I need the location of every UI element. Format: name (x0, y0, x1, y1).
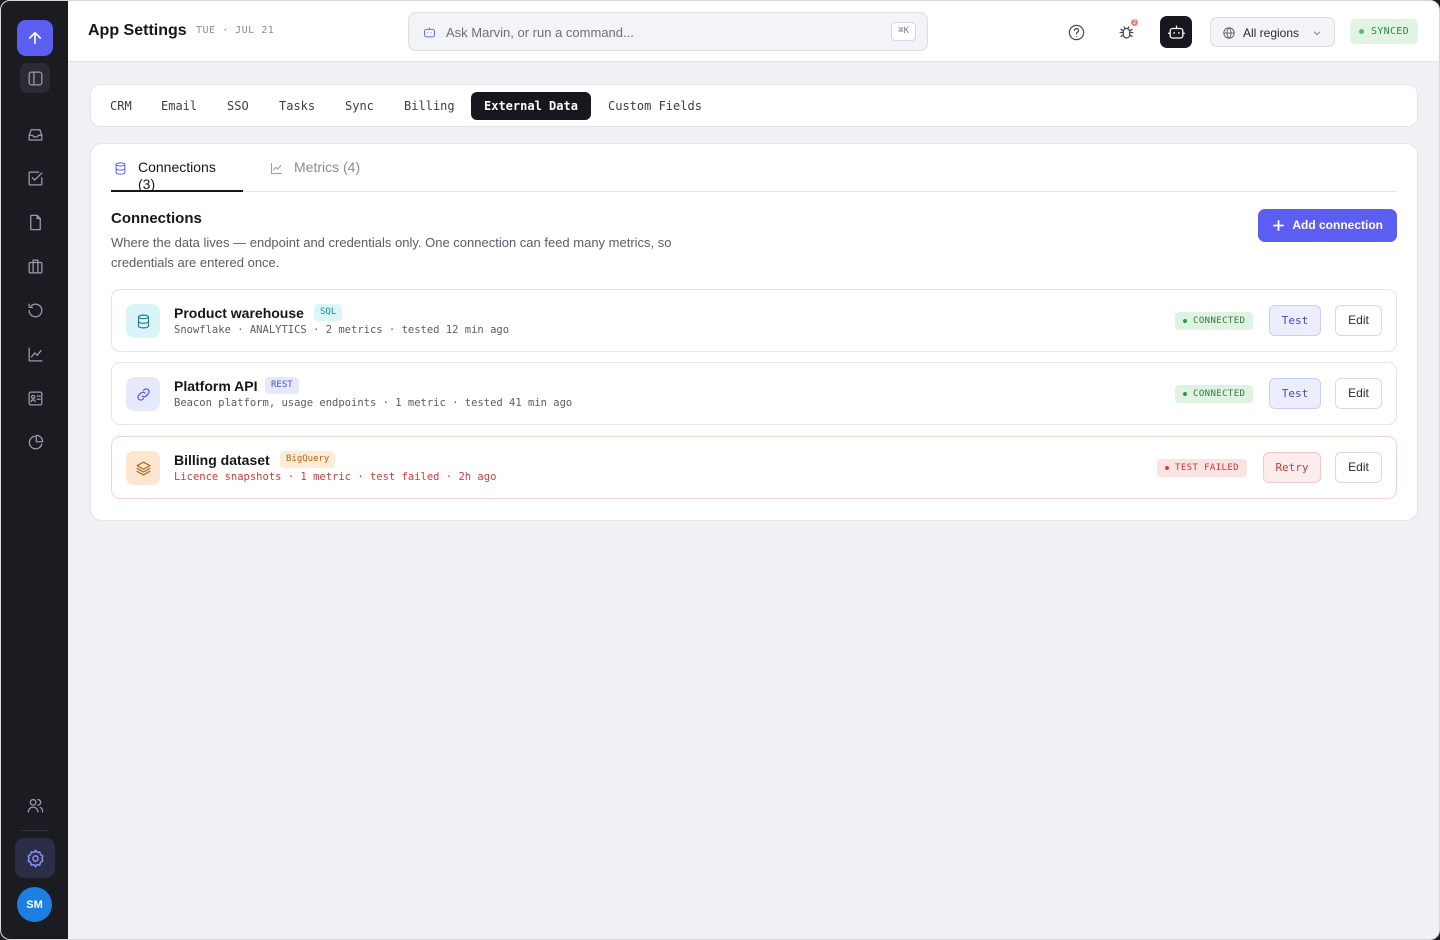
users-icon[interactable] (20, 790, 50, 820)
command-search[interactable]: ⌘K (408, 12, 928, 51)
connection-type-badge: BigQuery (280, 451, 336, 468)
test-button[interactable]: Test (1269, 378, 1321, 409)
edit-button[interactable]: Edit (1335, 378, 1382, 409)
test-button[interactable]: Test (1269, 305, 1321, 336)
external-data-panel: Connections (3) Metrics (4) Connections … (90, 143, 1418, 521)
connection-row[interactable]: Product warehouse SQL Snowflake · ANALYT… (111, 289, 1397, 352)
chevron-down-icon (1313, 31, 1321, 36)
sidebar-toggle-icon[interactable] (20, 63, 50, 93)
connection-name: Platform API (174, 378, 258, 394)
shortcut-hint: ⌘K (891, 22, 916, 41)
connection-meta: Licence snapshots · 1 metric · test fail… (174, 471, 497, 483)
chart-icon[interactable] (20, 339, 50, 369)
tab-email[interactable]: Email (148, 92, 210, 120)
link-icon (126, 377, 160, 411)
subtab-connections-label: Connections (3) (138, 159, 216, 192)
tab-custom-fields[interactable]: Custom Fields (595, 92, 715, 120)
help-icon[interactable] (1060, 16, 1092, 48)
line-chart-icon (271, 163, 282, 174)
top-bar: App Settings TUE · JUL 21 ⌘K 2 All regio… (68, 1, 1439, 62)
plus-icon (1273, 220, 1285, 231)
pie-chart-icon[interactable] (20, 427, 50, 457)
bug-count-badge: 2 (1130, 18, 1139, 27)
avatar[interactable]: SM (17, 887, 52, 922)
connection-name: Billing dataset (174, 452, 270, 468)
region-select[interactable]: All regions (1210, 17, 1335, 47)
subtab-divider (111, 191, 1397, 192)
add-connection-button[interactable]: Add connection (1258, 209, 1397, 242)
globe-icon (1223, 27, 1235, 39)
tab-sso[interactable]: SSO (214, 92, 262, 120)
page-title: App Settings (88, 22, 187, 39)
add-connection-label: Add connection (1292, 218, 1383, 232)
connection-type-badge: SQL (314, 304, 343, 321)
search-input[interactable] (446, 22, 866, 42)
region-label: All regions (1243, 26, 1300, 40)
status-badge: TEST FAILED (1157, 459, 1248, 477)
section-description: Where the data lives — endpoint and cred… (111, 235, 672, 270)
sync-status-badge: SYNCED (1350, 19, 1418, 44)
checkbox-icon[interactable] (20, 163, 50, 193)
database-icon (126, 304, 160, 338)
sidebar-divider (21, 830, 49, 831)
tab-billing[interactable]: Billing (391, 92, 468, 120)
edit-button[interactable]: Edit (1335, 452, 1382, 483)
status-badge: CONNECTED (1175, 312, 1254, 330)
contact-card-icon[interactable] (20, 383, 50, 413)
document-icon[interactable] (20, 207, 50, 237)
inbox-icon[interactable] (20, 119, 50, 149)
connection-meta: Beacon platform, usage endpoints · 1 met… (174, 397, 573, 409)
date-label: TUE · JUL 21 (196, 25, 275, 36)
gear-icon[interactable] (15, 838, 55, 878)
layers-icon (126, 451, 160, 485)
connection-type-badge: REST (265, 377, 299, 394)
settings-tabs: CRM Email SSO Tasks Sync Billing Externa… (90, 84, 1418, 127)
upload-icon[interactable] (17, 20, 53, 56)
app-window: SM App Settings TUE · JUL 21 ⌘K 2 All re… (0, 0, 1440, 940)
edit-button[interactable]: Edit (1335, 305, 1382, 336)
sidebar: SM (1, 1, 68, 939)
tab-external-data[interactable]: External Data (471, 92, 591, 120)
tab-crm[interactable]: CRM (97, 92, 145, 120)
active-subtab-indicator (111, 190, 243, 192)
retry-button[interactable]: Retry (1263, 452, 1321, 483)
bot-icon (424, 27, 435, 38)
bug-icon[interactable]: 2 (1110, 16, 1142, 48)
tab-tasks[interactable]: Tasks (266, 92, 328, 120)
connection-row[interactable]: Billing dataset BigQuery Licence snapsho… (111, 436, 1397, 499)
connection-row[interactable]: Platform API REST Beacon platform, usage… (111, 362, 1397, 425)
briefcase-icon[interactable] (20, 251, 50, 281)
subtab-metrics-label: Metrics (4) (294, 159, 361, 175)
connection-name: Product warehouse (174, 305, 304, 321)
section-title: Connections (111, 210, 202, 227)
tab-sync[interactable]: Sync (332, 92, 387, 120)
assistant-bot-icon[interactable] (1160, 16, 1192, 48)
connection-meta: Snowflake · ANALYTICS · 2 metrics · test… (174, 324, 510, 336)
database-icon (115, 162, 126, 175)
history-icon[interactable] (20, 295, 50, 325)
status-badge: CONNECTED (1175, 385, 1254, 403)
